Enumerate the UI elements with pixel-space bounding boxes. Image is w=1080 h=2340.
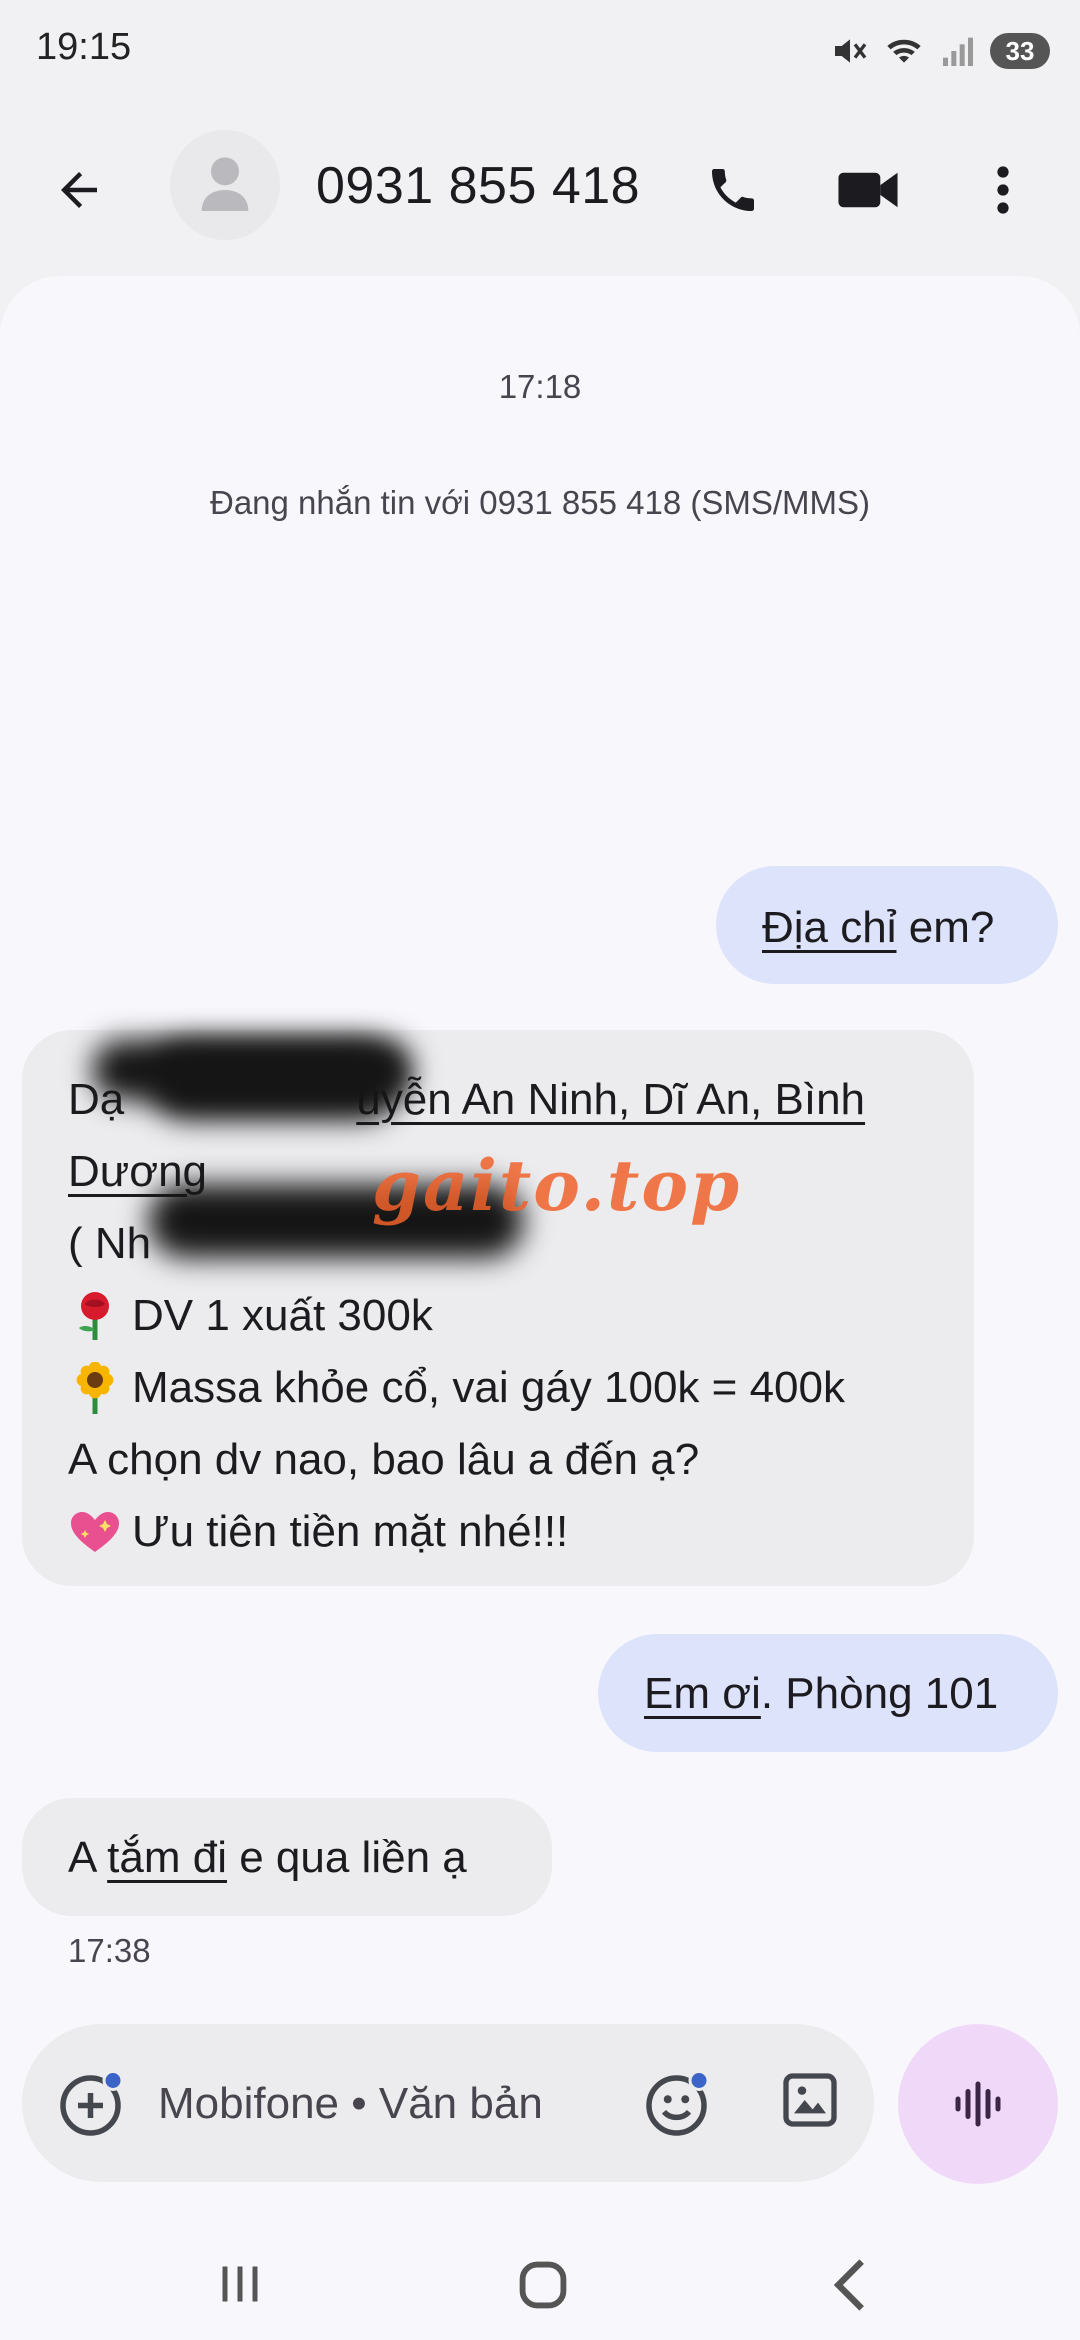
- contact-name[interactable]: 0931 855 418: [316, 156, 640, 216]
- message-link[interactable]: tắm đi: [107, 1833, 227, 1882]
- avatar[interactable]: [170, 130, 280, 240]
- compose-bar: [22, 2024, 874, 2182]
- redaction-mark: [148, 1042, 400, 1120]
- message-line: A chọn dv nao, bao lâu a đến ạ?: [68, 1424, 934, 1496]
- home-icon[interactable]: [508, 2250, 578, 2320]
- rose-icon: [68, 1289, 122, 1343]
- message-text: Massa khỏe cổ, vai gáy 100k = 400k: [132, 1363, 845, 1412]
- video-call-icon[interactable]: [830, 155, 906, 225]
- battery-icon: 33: [990, 33, 1050, 69]
- outgoing-message[interactable]: Em ơi. Phòng 101: [598, 1634, 1058, 1752]
- message-text: DV 1 xuất 300k: [132, 1291, 433, 1340]
- message-text: . Phòng 101: [760, 1669, 999, 1718]
- message-link[interactable]: uyễn An Ninh, Dĩ An, Bình: [356, 1064, 865, 1136]
- system-nav-bar: [0, 2230, 1080, 2340]
- top-app-bar: 0931 855 418: [0, 100, 1080, 270]
- message-text: ( Nh: [68, 1219, 152, 1268]
- conversation-info: Đang nhắn tin với 0931 855 418 (SMS/MMS): [210, 484, 870, 521]
- status-time: 19:15: [36, 26, 132, 68]
- message-line: Massa khỏe cổ, vai gáy 100k = 400k: [68, 1352, 934, 1424]
- message-text: A: [68, 1833, 108, 1882]
- outgoing-message[interactable]: Địa chỉ em?: [716, 866, 1058, 984]
- message-text: Ưu tiên tiền mặt nhé!!!: [132, 1507, 569, 1556]
- message-input[interactable]: [158, 2074, 618, 2134]
- timestamp-bottom: 17:38: [68, 1932, 151, 1969]
- message-line: Ưu tiên tiền mặt nhé!!!: [68, 1496, 934, 1568]
- watermark: gaito.top: [372, 1144, 742, 1227]
- avatar-person-icon: [200, 155, 250, 216]
- timestamp-top: 17:18: [498, 368, 582, 405]
- nav-back-icon[interactable]: [820, 2250, 880, 2320]
- sparkling-heart-icon: [68, 1505, 122, 1559]
- voice-waveform-icon[interactable]: [898, 2024, 1058, 2184]
- sunflower-icon: [68, 1361, 122, 1415]
- message-link[interactable]: Em ơi: [644, 1669, 761, 1718]
- incoming-message[interactable]: A tắm đi e qua liền ạ: [22, 1798, 552, 1916]
- message-text: A chọn dv nao, bao lâu a đến ạ?: [68, 1435, 700, 1484]
- message-line: DV 1 xuất 300k: [68, 1280, 934, 1352]
- recents-icon[interactable]: [210, 2254, 270, 2314]
- gallery-icon[interactable]: [778, 2068, 848, 2138]
- message-link[interactable]: Địa chỉ: [762, 903, 897, 952]
- signal-icon: [938, 31, 978, 71]
- status-icons: 33: [830, 28, 1050, 74]
- phone-icon[interactable]: [698, 155, 768, 225]
- wifi-icon: [882, 31, 926, 71]
- status-bar: 19:15 33: [0, 0, 1080, 100]
- more-vert-icon[interactable]: [968, 155, 1038, 225]
- add-attachment-icon[interactable]: [58, 2068, 128, 2138]
- emoji-icon[interactable]: [644, 2068, 714, 2138]
- mute-icon: [830, 31, 870, 71]
- back-arrow-icon[interactable]: [44, 155, 114, 225]
- message-text: em?: [896, 903, 995, 952]
- message-text: e qua liền ạ: [226, 1833, 467, 1882]
